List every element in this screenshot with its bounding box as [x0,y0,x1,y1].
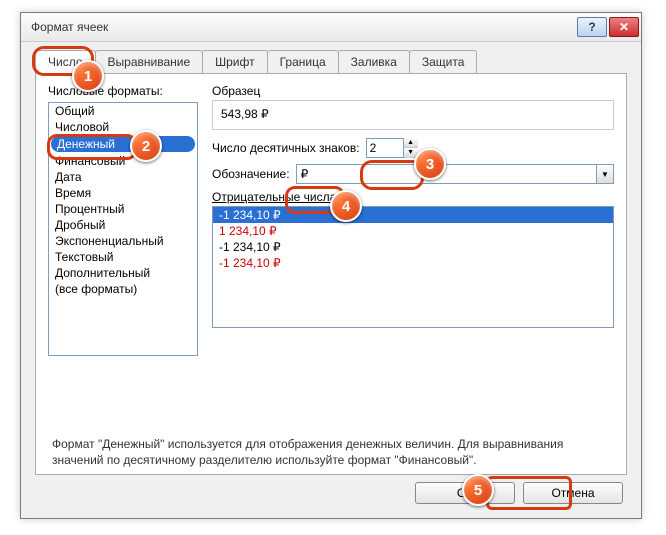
format-cells-dialog: Формат ячеек ? ✕ Число Выравнивание Шриф… [20,12,642,519]
symbol-input[interactable] [297,167,596,181]
list-item[interactable]: Числовой [49,119,197,135]
close-button[interactable]: ✕ [609,17,639,37]
sample-value: 543,98 ₽ [221,107,269,121]
chevron-down-icon[interactable]: ▼ [596,165,613,183]
list-item-selected[interactable]: Денежный [51,136,195,152]
list-item[interactable]: Время [49,185,197,201]
negative-label: Отрицательные числа: [212,190,614,204]
list-item[interactable]: Дата [49,169,197,185]
list-item[interactable]: Текстовый [49,249,197,265]
tab-protection[interactable]: Защита [409,50,478,73]
list-item[interactable]: Общий [49,103,197,119]
list-item[interactable]: 1 234,10 ₽ [213,223,613,239]
cancel-button[interactable]: Отмена [523,482,623,504]
list-item[interactable]: -1 234,10 ₽ [213,207,613,223]
list-item[interactable]: Процентный [49,201,197,217]
decimal-spinner[interactable]: ▲ ▼ [366,138,414,158]
decimal-label: Число десятичных знаков: [212,141,360,155]
ok-button[interactable]: ОК [415,482,515,504]
tab-strip: Число Выравнивание Шрифт Граница Заливка… [35,50,627,73]
help-button[interactable]: ? [577,17,607,37]
titlebar: Формат ячеек ? ✕ [21,13,641,42]
category-list[interactable]: Общий Числовой Денежный Финансовый Дата … [48,102,198,356]
tab-alignment[interactable]: Выравнивание [95,50,204,73]
format-description: Формат "Денежный" используется для отобр… [52,436,610,468]
tab-border[interactable]: Граница [267,50,339,73]
list-item[interactable]: (все форматы) [49,281,197,297]
dialog-title: Формат ячеек [31,20,577,34]
symbol-combo[interactable]: ▼ [296,164,614,184]
list-item[interactable]: Экспоненциальный [49,233,197,249]
list-item[interactable]: -1 234,10 ₽ [213,255,613,271]
spin-down-icon[interactable]: ▼ [404,148,418,158]
symbol-label: Обозначение: [212,167,290,181]
list-item[interactable]: Финансовый [49,153,197,169]
decimal-input[interactable] [367,141,403,155]
negative-list[interactable]: -1 234,10 ₽ 1 234,10 ₽ -1 234,10 ₽ -1 23… [212,206,614,328]
list-item[interactable]: Дополнительный [49,265,197,281]
number-panel: Числовые форматы: Общий Числовой Денежны… [35,73,627,475]
tab-number[interactable]: Число [35,50,96,73]
tab-font[interactable]: Шрифт [202,50,267,73]
list-item[interactable]: -1 234,10 ₽ [213,239,613,255]
tab-fill[interactable]: Заливка [338,50,410,73]
category-label: Числовые форматы: [48,84,198,98]
list-item[interactable]: Дробный [49,217,197,233]
sample-label: Образец [212,84,614,98]
spin-up-icon[interactable]: ▲ [404,138,418,148]
sample-box: 543,98 ₽ [212,100,614,130]
